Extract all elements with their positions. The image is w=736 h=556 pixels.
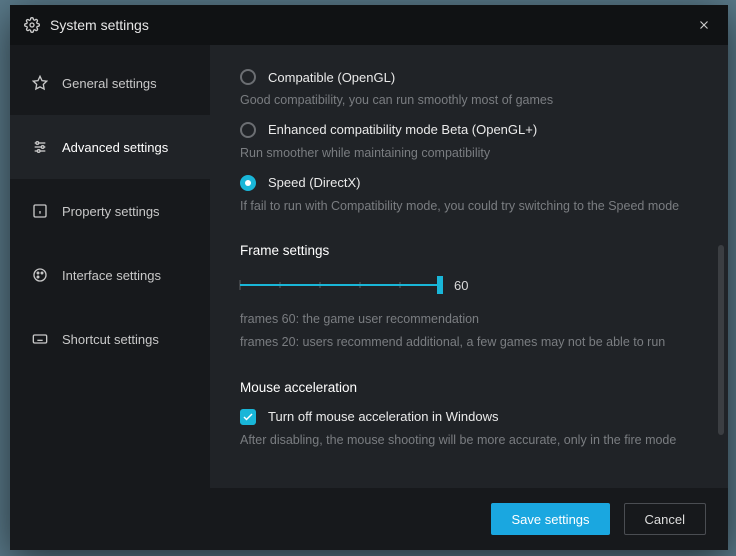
sliders-icon <box>32 139 48 155</box>
radio-icon <box>240 175 256 191</box>
radio-icon <box>240 122 256 138</box>
sidebar: General settings Advanced settings Prope… <box>10 45 210 488</box>
sidebar-item-shortcut[interactable]: Shortcut settings <box>10 307 210 371</box>
star-icon <box>32 75 48 91</box>
radio-desc: Run smoother while maintaining compatibi… <box>240 144 698 163</box>
radio-desc: Good compatibility, you can run smoothly… <box>240 91 698 110</box>
frame-slider-value: 60 <box>454 278 468 293</box>
frame-desc-2: frames 20: users recommend additional, a… <box>240 333 698 352</box>
content-pane: Compatible (OpenGL) Good compatibility, … <box>210 45 728 488</box>
radio-desc: If fail to run with Compatibility mode, … <box>240 197 698 216</box>
sidebar-item-label: Property settings <box>62 204 160 219</box>
info-icon <box>32 203 48 219</box>
settings-window: System settings General settings Advance… <box>10 5 728 550</box>
sidebar-item-property[interactable]: Property settings <box>10 179 210 243</box>
sidebar-item-label: Advanced settings <box>62 140 168 155</box>
radio-label: Compatible (OpenGL) <box>268 70 395 85</box>
sidebar-item-general[interactable]: General settings <box>10 51 210 115</box>
frame-settings-title: Frame settings <box>240 243 698 258</box>
frame-slider[interactable] <box>240 276 440 294</box>
keyboard-icon <box>32 331 48 347</box>
sidebar-item-label: Interface settings <box>62 268 161 283</box>
radio-option-compatible[interactable]: Compatible (OpenGL) <box>240 69 698 85</box>
radio-icon <box>240 69 256 85</box>
frame-desc-1: frames 60: the game user recommendation <box>240 310 698 329</box>
content-scroll: Compatible (OpenGL) Good compatibility, … <box>240 45 698 488</box>
palette-icon <box>32 267 48 283</box>
sidebar-item-advanced[interactable]: Advanced settings <box>10 115 210 179</box>
mouse-accel-desc: After disabling, the mouse shooting will… <box>240 431 698 450</box>
sidebar-item-label: General settings <box>62 76 157 91</box>
sidebar-item-interface[interactable]: Interface settings <box>10 243 210 307</box>
footer: Save settings Cancel <box>10 488 728 550</box>
titlebar: System settings <box>10 5 728 45</box>
scrollbar-thumb[interactable] <box>718 245 724 435</box>
mouse-accel-title: Mouse acceleration <box>240 380 698 395</box>
checkbox-icon <box>240 409 256 425</box>
radio-option-enhanced[interactable]: Enhanced compatibility mode Beta (OpenGL… <box>240 122 698 138</box>
radio-label: Speed (DirectX) <box>268 175 360 190</box>
window-title: System settings <box>50 17 149 33</box>
radio-option-speed[interactable]: Speed (DirectX) <box>240 175 698 191</box>
close-button[interactable] <box>694 15 714 35</box>
save-button[interactable]: Save settings <box>491 503 609 535</box>
window-body: General settings Advanced settings Prope… <box>10 45 728 488</box>
mouse-accel-checkbox-row[interactable]: Turn off mouse acceleration in Windows <box>240 409 698 425</box>
sidebar-item-label: Shortcut settings <box>62 332 159 347</box>
checkbox-label: Turn off mouse acceleration in Windows <box>268 409 499 424</box>
gear-icon <box>24 17 40 33</box>
cancel-button[interactable]: Cancel <box>624 503 706 535</box>
radio-label: Enhanced compatibility mode Beta (OpenGL… <box>268 122 537 137</box>
frame-slider-row: 60 <box>240 276 698 294</box>
close-icon <box>697 18 711 32</box>
